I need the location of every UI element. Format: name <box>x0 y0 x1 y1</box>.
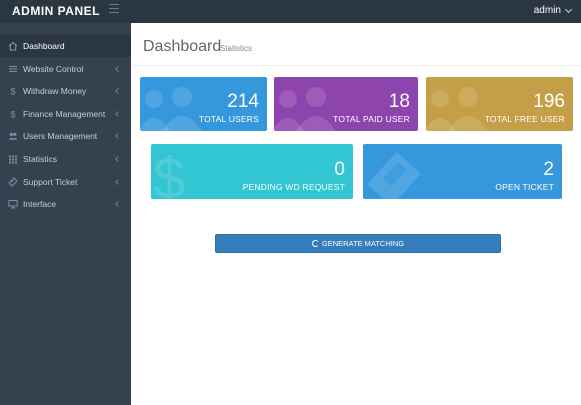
dollar-icon: $ <box>153 146 185 199</box>
generate-matching-label: GENERATE MATCHING <box>321 239 405 248</box>
stat-open-ticket[interactable]: 2 OPEN TICKET <box>363 144 562 199</box>
stat-value: 196 <box>533 91 565 112</box>
page-title: Dashboard <box>143 38 222 55</box>
stat-total-users[interactable]: 214 TOTAL USERS <box>140 77 267 131</box>
chevron-left-icon <box>115 201 121 207</box>
monitor-icon <box>8 200 18 209</box>
page-subtitle: Statistics <box>220 44 253 53</box>
stat-label: PENDING WD REQUEST <box>242 182 345 192</box>
ticket-icon <box>8 177 18 187</box>
generate-matching-button[interactable]: GENERATE MATCHING <box>215 234 501 253</box>
sidebar-item-label: Dashboard <box>23 41 65 51</box>
sidebar-item-label: Withdraw Money <box>23 86 87 96</box>
main-content: Dashboard Statistics 214 TOTAL USERS 18 … <box>131 23 581 405</box>
chevron-left-icon <box>115 133 121 139</box>
user-menu[interactable]: admin <box>533 5 573 16</box>
sidebar-item-label: Interface <box>23 199 57 209</box>
stat-value: 0 <box>334 159 345 180</box>
sidebar-item-label: Users Management <box>23 131 98 141</box>
sidebar-item-users-management[interactable]: Users Management <box>0 125 131 147</box>
dollar-icon: $ <box>11 87 16 96</box>
stat-total-paid-user[interactable]: 18 TOTAL PAID USER <box>274 77 418 131</box>
sidebar-item-withdraw-money[interactable]: $ Withdraw Money <box>0 80 131 102</box>
stat-value: 214 <box>227 91 259 112</box>
stat-value: 18 <box>388 91 410 112</box>
chevron-down-icon <box>564 5 573 13</box>
home-icon <box>8 41 18 51</box>
chevron-left-icon <box>115 179 121 185</box>
svg-text:$: $ <box>11 87 16 96</box>
sidebar-item-support-ticket[interactable]: Support Ticket <box>0 171 131 193</box>
sidebar-item-statistics[interactable]: Statistics <box>0 148 131 170</box>
svg-text:$: $ <box>153 146 185 199</box>
chevron-left-icon <box>115 88 121 94</box>
username: admin <box>533 5 561 16</box>
stat-label: TOTAL USERS <box>198 114 259 124</box>
chevron-left-icon <box>115 156 121 162</box>
chevron-left-icon <box>115 66 121 72</box>
menu-toggle-icon[interactable] <box>109 4 119 14</box>
stat-value: 2 <box>543 159 554 180</box>
users-icon <box>8 132 18 140</box>
list-icon <box>9 66 17 72</box>
stat-label: TOTAL PAID USER <box>333 114 410 124</box>
stat-label: TOTAL FREE USER <box>484 114 565 124</box>
chevron-left-icon <box>115 111 121 117</box>
stat-label: OPEN TICKET <box>495 182 554 192</box>
sidebar-item-finance-management[interactable]: $ Finance Management <box>0 103 131 125</box>
svg-text:$: $ <box>11 110 16 119</box>
refresh-icon <box>311 240 319 247</box>
sidebar-item-dashboard[interactable]: Dashboard <box>0 35 131 57</box>
top-navbar: ADMIN PANEL admin <box>0 0 581 23</box>
brand-logo[interactable]: ADMIN PANEL <box>12 4 100 18</box>
sidebar: Dashboard Website Control $ Withdraw Mon… <box>0 23 131 405</box>
dollar-icon: $ <box>11 110 16 119</box>
sidebar-item-label: Support Ticket <box>23 177 78 187</box>
divider <box>131 65 581 66</box>
stat-total-free-user[interactable]: 196 TOTAL FREE USER <box>426 77 573 131</box>
ticket-icon <box>367 152 421 199</box>
stat-pending-wd-request[interactable]: $ 0 PENDING WD REQUEST <box>151 144 353 199</box>
sidebar-item-website-control[interactable]: Website Control <box>0 58 131 80</box>
sidebar-item-interface[interactable]: Interface <box>0 193 131 215</box>
grid-icon <box>9 155 17 164</box>
sidebar-item-label: Statistics <box>23 154 58 164</box>
sidebar-item-label: Website Control <box>23 64 84 74</box>
sidebar-item-label: Finance Management <box>23 109 106 119</box>
